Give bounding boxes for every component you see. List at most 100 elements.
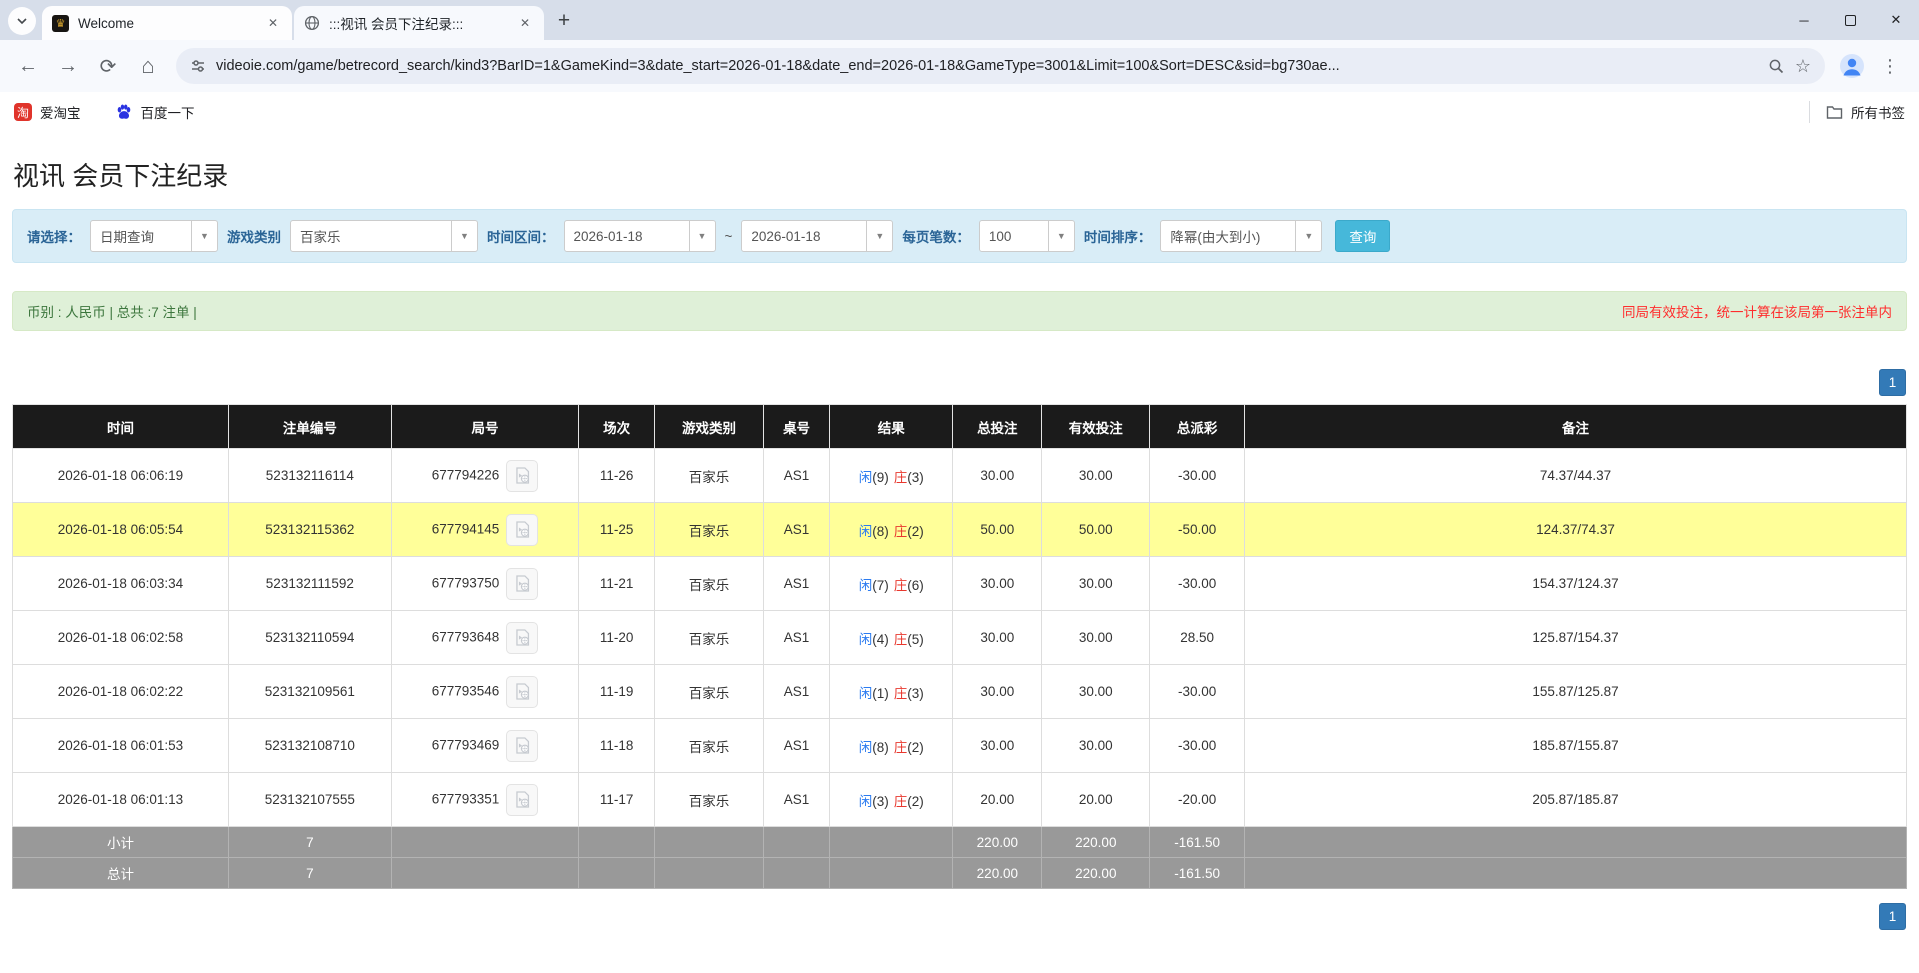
per-page-select[interactable]: 100 ▼ [979,220,1075,252]
cell-session: 11-18 [579,719,655,773]
cell-result: 闲(8)庄(2) [830,503,953,557]
total-row: 总计 7 220.00 220.00 -161.50 [13,858,1907,889]
page-1-button[interactable]: 1 [1879,903,1906,930]
cell-bet-id: 523132108710 [228,719,391,773]
cell-table-no: AS1 [763,611,829,665]
cell-time: 2026-01-18 06:01:53 [13,719,229,773]
result-player-score: (7) [872,578,889,593]
result-player: 闲 [859,740,873,755]
minimize-button[interactable]: ─ [1781,0,1827,40]
cell-valid-bet: 30.00 [1042,719,1150,773]
bookmark-taobao[interactable]: 淘 爱淘宝 [14,102,81,122]
cell-total-bet: 30.00 [953,719,1042,773]
maximize-button[interactable] [1827,0,1873,40]
cell-valid-bet: 30.00 [1042,611,1150,665]
header-result: 结果 [830,405,953,449]
tab-close-icon[interactable]: ✕ [516,14,534,32]
video-replay-button[interactable] [506,568,538,600]
site-settings-icon[interactable] [190,58,206,74]
url-text: videoie.com/game/betrecord_search/kind3?… [216,58,1758,74]
video-replay-button[interactable] [506,784,538,816]
video-replay-button[interactable] [506,460,538,492]
tab-close-icon[interactable]: ✕ [264,14,282,32]
video-replay-button[interactable] [506,730,538,762]
result-player: 闲 [859,686,873,701]
cell-note: 125.87/154.37 [1244,611,1906,665]
table-row: 2026-01-18 06:05:54 523132115362 6777941… [13,503,1907,557]
cell-payout: -30.00 [1150,719,1245,773]
table-row: 2026-01-18 06:02:58 523132110594 6777936… [13,611,1907,665]
header-session: 场次 [579,405,655,449]
tab-title: Welcome [78,16,264,31]
browser-menu-icon[interactable]: ⋮ [1875,56,1905,77]
query-type-value: 日期查询 [91,226,191,246]
result-banker-score: (3) [907,470,924,485]
date-start-input[interactable]: 2026-01-18 ▼ [564,220,716,252]
forward-button[interactable]: → [50,48,86,84]
all-bookmarks-label: 所有书签 [1851,102,1905,122]
all-bookmarks[interactable]: 所有书签 [1809,101,1905,123]
table-row: 2026-01-18 06:06:19 523132116114 6777942… [13,449,1907,503]
profile-avatar[interactable] [1839,53,1865,79]
cell-payout: -30.00 [1150,557,1245,611]
video-replay-button[interactable] [506,622,538,654]
date-end-input[interactable]: 2026-01-18 ▼ [741,220,893,252]
cell-result: 闲(9)庄(3) [830,449,953,503]
cell-session: 11-26 [579,449,655,503]
cell-session: 11-19 [579,665,655,719]
cell-game: 百家乐 [655,719,764,773]
cell-total-bet: 30.00 [953,557,1042,611]
close-window-button[interactable]: ✕ [1873,0,1919,40]
sort-value: 降幂(由大到小) [1161,226,1295,246]
maximize-icon [1845,15,1856,26]
currency-summary: 币别 : 人民币 | 总共 :7 注单 | [27,301,197,321]
zoom-icon[interactable] [1768,58,1785,75]
video-replay-button[interactable] [506,676,538,708]
total-total-bet: 220.00 [953,858,1042,889]
cell-payout: -30.00 [1150,449,1245,503]
cell-table-no: AS1 [763,665,829,719]
cell-note: 74.37/44.37 [1244,449,1906,503]
header-valid-bet: 有效投注 [1042,405,1150,449]
tab-search-button[interactable] [8,7,36,35]
result-banker: 庄 [894,686,908,701]
cell-round-id: 677793469 [391,719,579,773]
tab-betrecord[interactable]: :::视讯 会员下注纪录::: ✕ [294,6,544,40]
result-player: 闲 [859,470,873,485]
back-button[interactable]: ← [10,48,46,84]
date-range-label: 时间区间： [487,226,555,246]
cell-bet-id: 523132115362 [228,503,391,557]
cell-session: 11-21 [579,557,655,611]
round-id-value: 677793469 [432,737,500,752]
cell-note: 155.87/125.87 [1244,665,1906,719]
per-page-value: 100 [980,229,1048,244]
video-replay-button[interactable] [506,514,538,546]
result-player: 闲 [859,632,873,647]
table-header-row: 时间 注单编号 局号 场次 游戏类别 桌号 结果 总投注 有效投注 总派彩 备注 [13,405,1907,449]
cell-time: 2026-01-18 06:02:58 [13,611,229,665]
cell-bet-id: 523132110594 [228,611,391,665]
page-1-button[interactable]: 1 [1879,369,1906,396]
sort-select[interactable]: 降幂(由大到小) ▼ [1160,220,1322,252]
result-player-score: (4) [872,632,889,647]
reload-button[interactable]: ⟳ [90,48,126,84]
cell-round-id: 677793351 [391,773,579,827]
cell-payout: 28.50 [1150,611,1245,665]
query-button[interactable]: 查询 [1335,220,1390,252]
new-tab-button[interactable]: + [550,7,578,35]
query-type-select[interactable]: 日期查询 ▼ [90,220,218,252]
header-game-kind: 游戏类别 [655,405,764,449]
cell-game: 百家乐 [655,773,764,827]
game-kind-select[interactable]: 百家乐 ▼ [290,220,478,252]
cell-result: 闲(4)庄(5) [830,611,953,665]
bookmark-baidu[interactable]: 百度一下 [115,102,195,122]
cell-time: 2026-01-18 06:02:22 [13,665,229,719]
valid-bet-notice: 同局有效投注，统一计算在该局第一张注单内 [1622,301,1892,321]
tab-welcome[interactable]: ♛ Welcome ✕ [42,6,292,40]
address-bar[interactable]: videoie.com/game/betrecord_search/kind3?… [176,48,1825,84]
taobao-icon: 淘 [14,103,32,121]
bookmark-star-icon[interactable]: ☆ [1795,56,1811,77]
welcome-favicon-icon: ♛ [52,15,69,32]
home-button[interactable]: ⌂ [130,48,166,84]
cell-payout: -30.00 [1150,665,1245,719]
